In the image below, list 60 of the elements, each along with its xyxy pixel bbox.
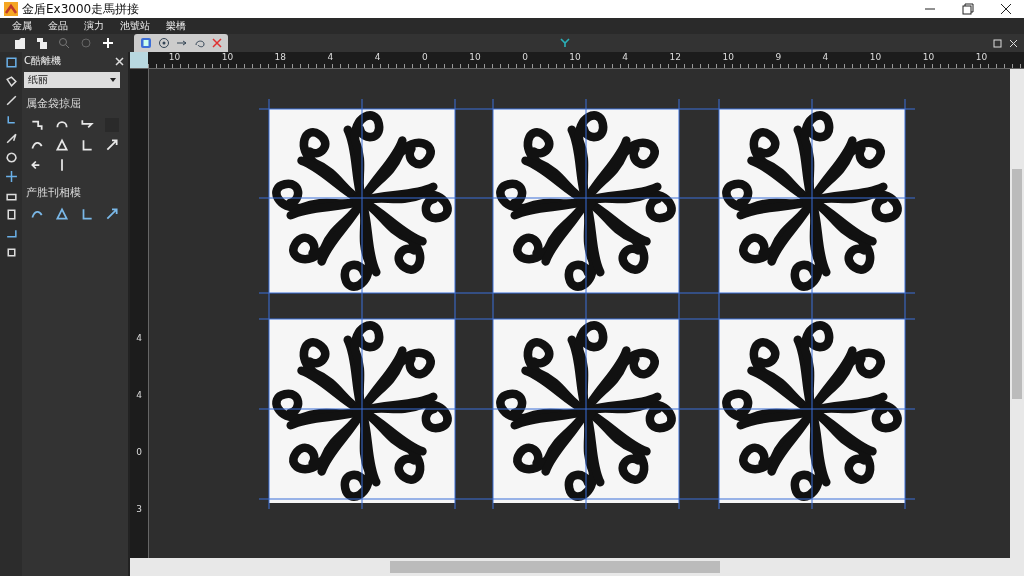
lasso-icon[interactable] bbox=[194, 37, 206, 49]
ruler-label: 10 bbox=[168, 52, 181, 62]
ruler-label: 9 bbox=[775, 52, 782, 62]
dropdown[interactable]: 纸丽 bbox=[24, 72, 120, 88]
menu-item[interactable]: 金品 bbox=[48, 19, 68, 33]
section-title: 属金袋掠屈 bbox=[25, 96, 82, 112]
ruler-label: 3 bbox=[136, 504, 142, 515]
ruler-label: 18 bbox=[274, 52, 287, 62]
ruler-label: 4 bbox=[622, 52, 629, 62]
badge-icon[interactable] bbox=[140, 37, 152, 49]
pin-icon[interactable] bbox=[115, 56, 124, 66]
tool-icon[interactable] bbox=[30, 118, 44, 132]
ruler-label: 10 bbox=[922, 52, 935, 62]
plus-icon[interactable] bbox=[102, 36, 114, 49]
tool-icon[interactable] bbox=[4, 208, 18, 221]
ruler-label: 4 bbox=[136, 389, 142, 400]
zoom-icon[interactable] bbox=[58, 36, 70, 49]
window-title: 金盾Ex3000走馬拼接 bbox=[22, 0, 140, 18]
menu-item[interactable]: 金属 bbox=[12, 19, 32, 33]
tool-icon[interactable] bbox=[4, 246, 18, 259]
tool-icon[interactable] bbox=[4, 56, 18, 69]
ruler-label: 10 bbox=[569, 52, 581, 62]
tool-icon[interactable] bbox=[4, 170, 18, 183]
ruler-label: 0 bbox=[522, 52, 528, 62]
ruler-label: 12 bbox=[669, 52, 681, 62]
ruler-label: 4 bbox=[136, 332, 142, 343]
pages-icon[interactable] bbox=[36, 36, 48, 50]
vertical-scrollbar[interactable] bbox=[1010, 69, 1024, 558]
section-title: 产胜刊相模 bbox=[25, 185, 82, 201]
ruler-label: 4 bbox=[327, 52, 334, 62]
tool-icon[interactable] bbox=[55, 207, 69, 221]
ruler-label: 10 bbox=[975, 52, 988, 62]
maximize-icon[interactable] bbox=[993, 38, 1002, 48]
tool-icon[interactable] bbox=[80, 138, 94, 152]
ruler-label: 4 bbox=[822, 52, 829, 62]
horizontal-scrollbar[interactable] bbox=[130, 558, 1024, 576]
menu-item[interactable]: 池號站 bbox=[120, 19, 150, 33]
marker-icon bbox=[560, 38, 570, 48]
target-icon[interactable] bbox=[158, 37, 170, 49]
close-icon[interactable] bbox=[1000, 3, 1012, 15]
caret-icon bbox=[110, 78, 116, 82]
ruler-label: 10 bbox=[469, 52, 481, 62]
tool-icon[interactable] bbox=[4, 113, 18, 126]
delete-icon[interactable] bbox=[212, 38, 222, 48]
ruler-label: 10 bbox=[722, 52, 734, 62]
logo-icon bbox=[4, 2, 18, 16]
tool-icon[interactable] bbox=[80, 207, 94, 221]
tool-icon[interactable] bbox=[105, 207, 119, 221]
restore-icon[interactable] bbox=[962, 3, 974, 15]
ruler-label: 4 bbox=[374, 52, 381, 62]
page-icon[interactable] bbox=[14, 36, 26, 50]
ruler-label: 0 bbox=[136, 447, 142, 458]
tool-tab[interactable] bbox=[134, 34, 228, 52]
ruler-label: 10 bbox=[221, 52, 234, 62]
ruler-label: 0 bbox=[422, 52, 428, 62]
ruler-label: 10 bbox=[869, 52, 882, 62]
menu-item[interactable]: 樂橋 bbox=[166, 19, 186, 33]
tool-icon[interactable] bbox=[4, 227, 18, 240]
menu-item[interactable]: 演力 bbox=[84, 19, 104, 33]
panel-title: C酷離機 bbox=[24, 54, 61, 68]
